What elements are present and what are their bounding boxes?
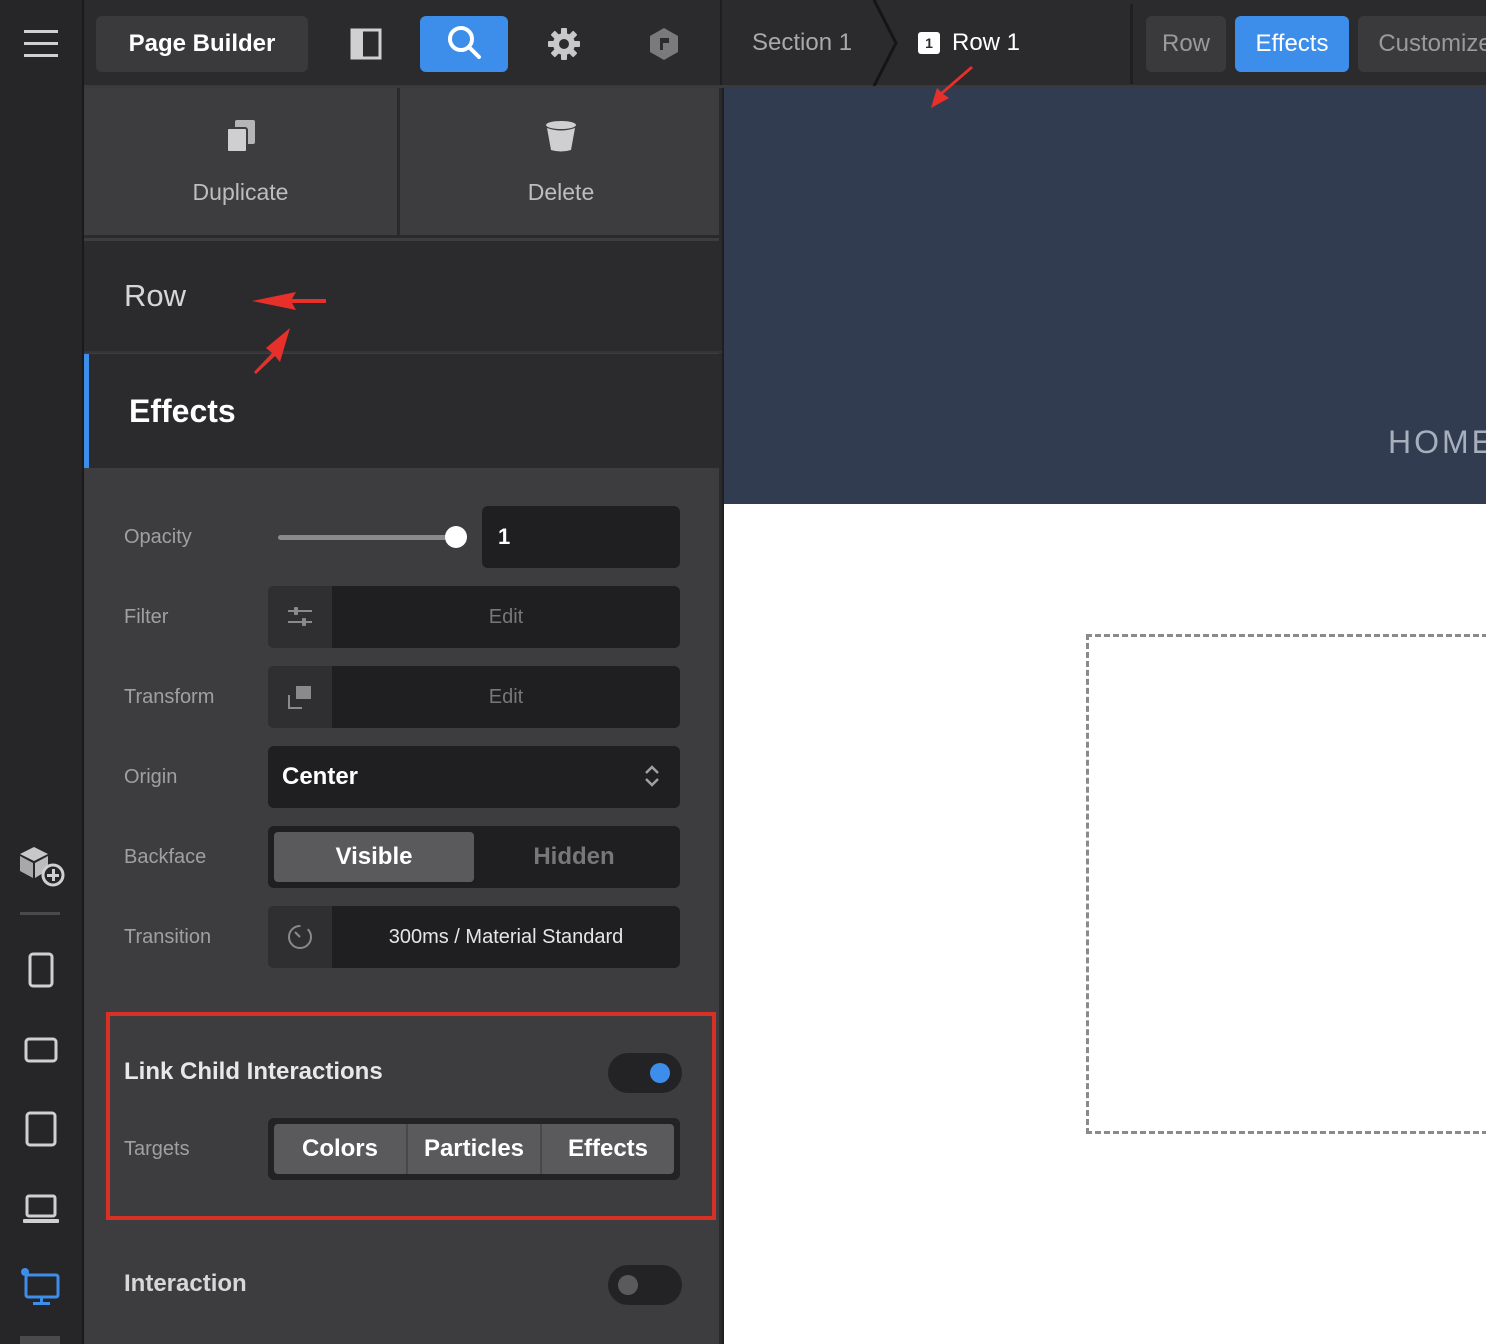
- origin-value: Center: [282, 763, 359, 790]
- rail-bottom-divider: [20, 1336, 60, 1344]
- select-arrows-icon: [644, 764, 660, 795]
- annotation-arrow-icon: [931, 66, 973, 108]
- origin-select[interactable]: Center: [268, 746, 680, 808]
- filter-label: Filter: [124, 606, 169, 628]
- phone-device-icon[interactable]: [0, 950, 82, 990]
- opacity-label: Opacity: [124, 526, 192, 548]
- filter-edit-control[interactable]: Edit: [268, 586, 680, 648]
- left-rail: [0, 0, 84, 1344]
- hero-home-text: HOME: [1388, 424, 1486, 460]
- target-colors[interactable]: Colors: [274, 1124, 408, 1174]
- row-number-badge: 1: [918, 31, 940, 54]
- hero-section[interactable]: HOME: [724, 88, 1486, 504]
- desktop-device-icon[interactable]: [0, 1264, 82, 1310]
- add-element-icon[interactable]: [0, 840, 82, 890]
- backface-toggle-group: Visible Hidden: [268, 826, 680, 888]
- transition-label: Transition: [124, 926, 212, 948]
- search-icon: [446, 24, 482, 65]
- transform-icon: [268, 666, 332, 728]
- transition-control[interactable]: 300ms / Material Standard: [268, 906, 680, 968]
- search-button[interactable]: [420, 16, 508, 72]
- annotation-arrow-icon: [254, 328, 290, 374]
- tab-customize[interactable]: Customize: [1358, 16, 1486, 72]
- toggle-knob: [650, 1063, 670, 1083]
- layout-panel-icon[interactable]: [336, 16, 396, 72]
- breadcrumb-row-label: Row 1: [952, 28, 1021, 56]
- timer-icon: [268, 906, 332, 968]
- opacity-slider-thumb[interactable]: [445, 526, 467, 548]
- transform-label: Transform: [124, 686, 215, 708]
- target-effects[interactable]: Effects: [542, 1124, 674, 1174]
- breadcrumb: Section 1 1 Row 1 Row Effects Customize: [720, 0, 1486, 86]
- interaction-label: Interaction: [124, 1270, 247, 1297]
- transform-edit-control[interactable]: Edit: [268, 666, 680, 728]
- toolbar-divider: [1130, 4, 1133, 84]
- opacity-input[interactable]: 1: [482, 506, 680, 568]
- settings-gear-icon[interactable]: [532, 16, 596, 72]
- link-child-interactions-label: Link Child Interactions: [124, 1058, 383, 1085]
- backface-hidden-option[interactable]: Hidden: [474, 832, 674, 882]
- link-child-interactions-toggle[interactable]: [608, 1053, 682, 1093]
- target-particles[interactable]: Particles: [408, 1124, 542, 1174]
- delete-button[interactable]: Delete: [403, 88, 719, 236]
- interaction-toggle[interactable]: [608, 1265, 682, 1305]
- transform-edit-button[interactable]: Edit: [332, 666, 680, 728]
- tablet-device-icon[interactable]: [0, 1108, 82, 1150]
- opacity-slider-track[interactable]: [278, 535, 456, 540]
- delete-label: Delete: [527, 178, 595, 205]
- laptop-device-icon[interactable]: [0, 1188, 82, 1230]
- annotation-arrow-icon: [252, 292, 326, 310]
- theme-hexagon-icon[interactable]: [632, 16, 696, 72]
- preview-canvas: HOME: [724, 88, 1486, 1344]
- tab-row[interactable]: Row: [1146, 16, 1226, 72]
- transition-value[interactable]: 300ms / Material Standard: [332, 906, 680, 968]
- toggle-knob: [618, 1275, 638, 1295]
- trash-icon: [544, 119, 578, 159]
- targets-group: Colors Particles Effects: [268, 1118, 680, 1180]
- duplicate-button[interactable]: Duplicate: [84, 88, 400, 236]
- highlight-box: [106, 1012, 716, 1220]
- panel-nav-row[interactable]: Row: [84, 241, 722, 353]
- inspector-panel: Duplicate Delete Row Effects Opacity 1 F…: [84, 88, 722, 1344]
- sliders-icon: [268, 586, 332, 648]
- empty-row-placeholder[interactable]: [1086, 634, 1486, 1134]
- hamburger-menu-icon[interactable]: [0, 22, 82, 66]
- breadcrumb-section[interactable]: Section 1: [752, 0, 852, 85]
- backface-label: Backface: [124, 846, 207, 868]
- origin-label: Origin: [124, 766, 178, 788]
- breadcrumb-chevron-icon: [872, 0, 898, 86]
- filter-edit-button[interactable]: Edit: [332, 586, 680, 648]
- phone-landscape-device-icon[interactable]: [0, 1030, 82, 1070]
- page-builder-button[interactable]: Page Builder: [96, 16, 308, 72]
- top-bar: Page Builder Section 1 1 Row 1 Row Effec…: [84, 0, 1486, 88]
- panel-nav-effects[interactable]: Effects: [84, 354, 722, 468]
- duplicate-icon: [225, 119, 256, 159]
- targets-label: Targets: [124, 1138, 190, 1160]
- tab-effects[interactable]: Effects: [1235, 16, 1349, 72]
- element-actions: Duplicate Delete: [84, 88, 722, 238]
- duplicate-label: Duplicate: [192, 178, 289, 205]
- backface-visible-option[interactable]: Visible: [274, 832, 474, 882]
- rail-divider: [20, 912, 60, 915]
